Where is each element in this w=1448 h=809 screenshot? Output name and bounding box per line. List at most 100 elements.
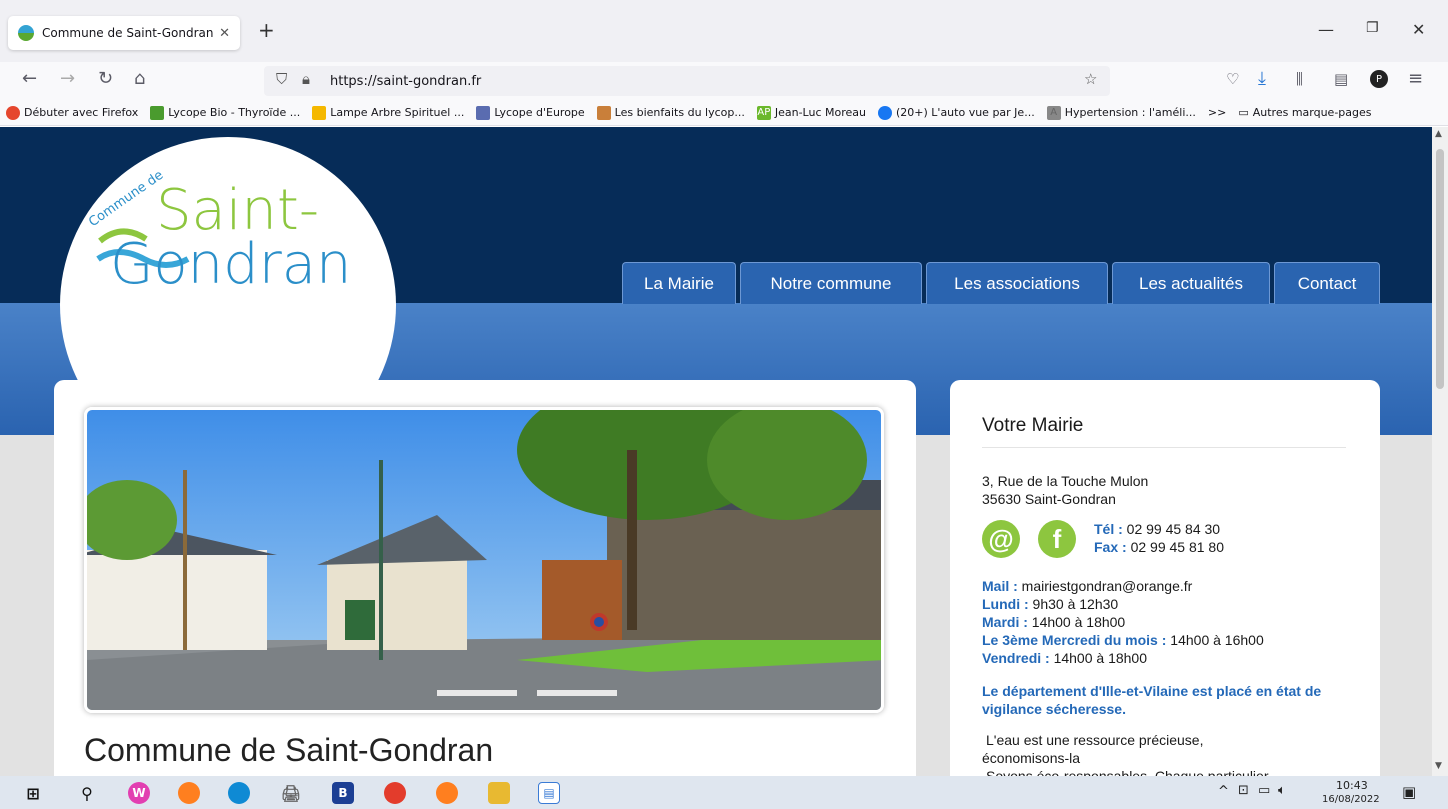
bookmark-label: Jean-Luc Moreau <box>774 106 866 119</box>
app-b-icon[interactable]: B <box>332 782 354 804</box>
app-w-icon[interactable]: W <box>128 782 150 804</box>
bookmark-label: Les bienfaits du lycop... <box>614 106 745 119</box>
scrollbar-thumb[interactable] <box>1436 149 1444 389</box>
edge-icon[interactable] <box>228 782 250 804</box>
fax-value: 02 99 45 81 80 <box>1130 539 1224 555</box>
volume-icon[interactable]: 🔈︎ <box>1278 783 1286 798</box>
drought-alert: Le département d'Ille-et-Vilaine est pla… <box>982 683 1322 717</box>
bookmark-item[interactable]: A Hypertension : l'améli... <box>1046 105 1196 120</box>
reload-icon[interactable]: ↻ <box>98 68 113 89</box>
forward-icon[interactable]: → <box>60 68 75 89</box>
search-icon[interactable]: ⚲ <box>76 782 98 804</box>
sidebar-icon[interactable]: ▤ <box>1334 70 1348 88</box>
site-logo[interactable]: Commune de Saint- Gondran <box>60 137 396 303</box>
nav-la-mairie[interactable]: La Mairie <box>622 262 736 304</box>
back-icon[interactable]: ← <box>22 68 37 89</box>
bookmark-item[interactable]: Les bienfaits du lycop... <box>596 105 745 120</box>
logo-line2: Gondran <box>110 232 352 297</box>
bookmark-label: (20+) L'auto vue par Je... <box>896 106 1035 119</box>
library-icon[interactable]: ⫼ <box>1296 70 1303 88</box>
tray-chevron-icon[interactable]: ^ <box>1218 784 1229 799</box>
file-explorer-icon[interactable] <box>488 782 510 804</box>
nav-notre-commune[interactable]: Notre commune <box>740 262 922 304</box>
folder-icon: ▭ <box>1238 106 1249 119</box>
lightning-icon <box>312 105 327 120</box>
ap-badge-icon: AP <box>756 105 771 120</box>
fruit-icon <box>596 105 611 120</box>
other-bookmarks-folder[interactable]: ▭ Autres marque-pages <box>1238 106 1371 119</box>
notifications-icon[interactable]: ▣ <box>1402 783 1416 801</box>
more-bookmarks-chevron[interactable]: >> <box>1208 106 1226 119</box>
nav-les-actualites[interactable]: Les actualités <box>1112 262 1270 304</box>
menu-icon[interactable]: ≡ <box>1408 68 1423 89</box>
page-title: Commune de Saint-Gondran <box>84 732 494 768</box>
windows-start-icon[interactable]: ⊞ <box>22 782 44 804</box>
bookmark-label: Lycope d'Europe <box>494 106 585 119</box>
profile-icon[interactable]: P <box>1370 70 1388 88</box>
bookmarks-bar: Débuter avec Firefox Lycope Bio - Thyroï… <box>0 100 1448 126</box>
bookmark-item[interactable]: AP Jean-Luc Moreau <box>756 105 866 120</box>
browser-tab[interactable]: Commune de Saint-Gondran ✕ <box>8 16 240 50</box>
firefox-taskbar-icon[interactable] <box>178 782 200 804</box>
printer-icon[interactable]: 🖨︎ <box>280 782 302 804</box>
leaf-icon <box>150 105 165 120</box>
address-line2: 35630 Saint-Gondran <box>982 491 1116 507</box>
bookmark-item[interactable]: Débuter avec Firefox <box>6 105 139 120</box>
letter-a-icon: A <box>1046 105 1061 120</box>
close-tab-icon[interactable]: ✕ <box>219 26 230 41</box>
bookmark-label: Lycope Bio - Thyroïde ... <box>168 106 301 119</box>
clock-time[interactable]: 10:43 <box>1336 779 1368 792</box>
nav-contact[interactable]: Contact <box>1274 262 1380 304</box>
hours-day: Le 3ème Mercredi du mois : <box>982 632 1167 648</box>
downloads-icon[interactable]: ⤓ <box>1258 68 1266 89</box>
hours-day: Lundi : <box>982 596 1029 612</box>
navigation-toolbar: ← → ↻ ⌂ ⛉ 🔒︎ https://saint-gondran.fr ☆ … <box>0 62 1448 100</box>
bookmark-item[interactable]: Lycope d'Europe <box>476 105 585 120</box>
document-icon[interactable]: ▤ <box>538 782 560 804</box>
page-scrollbar[interactable]: ▲ ▼ <box>1432 127 1448 776</box>
hours-time: 9h30 à 12h30 <box>1032 596 1119 612</box>
town-photo <box>84 407 884 713</box>
home-icon[interactable]: ⌂ <box>134 68 145 89</box>
shield-icon[interactable]: ⛉ <box>276 70 287 88</box>
sidebar-title: Votre Mairie <box>982 415 1084 436</box>
tray-network-icon[interactable]: ⊡ <box>1238 783 1249 798</box>
firefox-active-icon[interactable] <box>436 782 458 804</box>
hours-day: Vendredi : <box>982 650 1050 666</box>
bookmark-label: Débuter avec Firefox <box>24 106 139 119</box>
facebook-icon[interactable]: f <box>1038 520 1076 558</box>
pocket-icon[interactable]: ♡ <box>1226 70 1239 88</box>
hours-time: 14h00 à 18h00 <box>1053 650 1148 666</box>
windows-taskbar: ⊞ ⚲ W 🖨︎ B ▤ ^ ⊡ ▭ 🔈︎ 10:43 16/08/2022 ▣ <box>0 776 1448 809</box>
bookmark-item[interactable]: Lycope Bio - Thyroïde ... <box>150 105 301 120</box>
hours-day: Mardi : <box>982 614 1028 630</box>
lock-icon[interactable]: 🔒︎ <box>302 70 310 88</box>
water-text-3: Soyons éco-responsables. Chaque particul… <box>986 768 1269 776</box>
tel-value: 02 99 45 84 30 <box>1126 521 1221 537</box>
new-tab-icon[interactable]: + <box>258 18 275 42</box>
hours-time: 14h00 à 16h00 <box>1170 632 1264 648</box>
chrome-icon[interactable] <box>384 782 406 804</box>
water-text-1: L'eau est une ressource précieuse, <box>986 732 1204 748</box>
scroll-up-icon[interactable]: ▲ <box>1435 129 1442 139</box>
mail-value[interactable]: mairiestgondran@orange.fr <box>1022 578 1193 594</box>
tray-display-icon[interactable]: ▭ <box>1258 783 1270 798</box>
address-bar[interactable]: ⛉ 🔒︎ https://saint-gondran.fr ☆ <box>264 66 1110 96</box>
clock-date[interactable]: 16/08/2022 <box>1322 794 1380 805</box>
restore-icon[interactable]: ❐ <box>1366 20 1379 36</box>
bookmark-item[interactable]: (20+) L'auto vue par Je... <box>878 105 1035 120</box>
sidebar-divider <box>982 447 1346 448</box>
bookmark-label: Hypertension : l'améli... <box>1064 106 1196 119</box>
email-at-icon[interactable]: @ <box>982 520 1020 558</box>
bookmark-label: Lampe Arbre Spirituel ... <box>330 106 465 119</box>
address-line1: 3, Rue de la Touche Mulon <box>982 473 1149 489</box>
window-close-icon[interactable]: ✕ <box>1412 20 1425 39</box>
minimize-icon[interactable]: — <box>1318 20 1334 39</box>
scroll-down-icon[interactable]: ▼ <box>1435 761 1442 771</box>
facebook-icon <box>878 105 892 120</box>
hours-time: 14h00 à 18h00 <box>1031 614 1126 630</box>
bookmark-item[interactable]: Lampe Arbre Spirituel ... <box>312 105 465 120</box>
site-favicon-icon <box>18 25 34 41</box>
nav-les-associations[interactable]: Les associations <box>926 262 1108 304</box>
bookmark-star-icon[interactable]: ☆ <box>1084 70 1097 88</box>
